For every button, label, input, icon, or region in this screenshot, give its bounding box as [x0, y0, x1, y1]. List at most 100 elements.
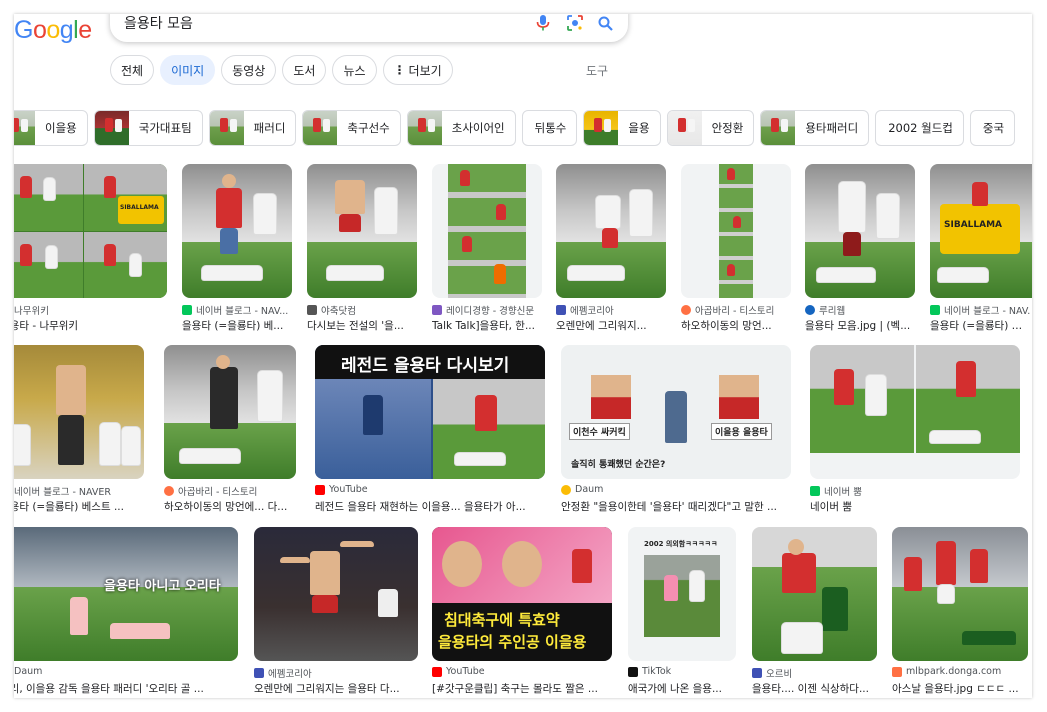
- search-input[interactable]: [124, 14, 524, 34]
- result-thumbnail[interactable]: 2002 의외함ㅋㅋㅋㅋㅋ: [628, 527, 736, 661]
- image-result[interactable]: SIBALLAMA 네이버 블로그 - NAV... 을용타 (=을룡타) 베.…: [930, 164, 1032, 339]
- result-source[interactable]: 에펨코리아: [556, 303, 666, 317]
- tab-books[interactable]: 도서: [282, 55, 327, 85]
- result-title[interactable]: Talk Talk]을용타, 한...: [432, 318, 542, 333]
- result-title[interactable]: 오렌만에 그리워지는 을용타 다...: [254, 681, 418, 696]
- microphone-icon[interactable]: [534, 14, 552, 32]
- refine-chip[interactable]: 축구선수: [302, 110, 401, 146]
- tab-news[interactable]: 뉴스: [332, 55, 377, 85]
- result-thumbnail[interactable]: [752, 527, 877, 661]
- result-title[interactable]: 하오하이동의 망언...: [681, 318, 791, 333]
- image-result[interactable]: 침대축구에 특효약 을용타의 주인공 이을용 YouTube [#갓구운클립] …: [432, 527, 612, 698]
- result-thumbnail[interactable]: [182, 164, 292, 298]
- result-title[interactable]: 오렌만에 그리워지...: [556, 318, 666, 333]
- result-source[interactable]: 오르비: [752, 666, 877, 680]
- result-title[interactable]: 을용타 (=을룡타) 베...: [182, 318, 292, 333]
- camera-lens-icon[interactable]: [566, 14, 584, 32]
- result-source[interactable]: TikTok: [628, 666, 736, 677]
- refine-chip[interactable]: 이을용: [14, 110, 88, 146]
- result-source[interactable]: 루리웹: [805, 303, 915, 317]
- result-source[interactable]: 레이디경향 - 경향신문: [432, 303, 542, 317]
- refine-chip[interactable]: 용타패러디: [760, 110, 870, 146]
- image-result[interactable]: 아곱바리 - 티스토리 하오하이동의 망언...: [681, 164, 791, 339]
- refine-chip[interactable]: 패러디: [208, 110, 297, 146]
- result-thumbnail[interactable]: [254, 527, 418, 661]
- result-thumbnail[interactable]: [681, 164, 791, 298]
- result-thumbnail[interactable]: 레전드 을용타 다시보기: [315, 345, 545, 479]
- image-result[interactable]: 을용타 아니고 오리타 Daum 오리, 이을용 감독 을용타 패러디 '오리타…: [14, 527, 238, 698]
- result-thumbnail[interactable]: [164, 345, 296, 479]
- result-title[interactable]: 을용타 모음.jpg | (벡...: [805, 318, 915, 333]
- result-thumbnail[interactable]: [805, 164, 915, 298]
- result-thumbnail[interactable]: [14, 345, 144, 479]
- tab-videos[interactable]: 동영상: [221, 55, 277, 85]
- tools-button[interactable]: 도구: [586, 62, 608, 79]
- image-result[interactable]: 에펨코리아 오렌만에 그리워지는 을용타 다...: [254, 527, 418, 698]
- tab-images[interactable]: 이미지: [160, 55, 216, 85]
- result-source[interactable]: YouTube: [315, 484, 545, 495]
- result-source[interactable]: 네이버 블로그 - NAV...: [930, 303, 1030, 317]
- search-icon[interactable]: [596, 14, 614, 32]
- result-source[interactable]: Daum: [561, 484, 791, 495]
- refine-chip[interactable]: 을용: [583, 110, 661, 146]
- result-title[interactable]: 하오하이동의 망언에... 다...: [164, 499, 294, 514]
- image-result[interactable]: 네이버 뿜 네이버 뿜: [810, 345, 1020, 520]
- image-result[interactable]: 아곱바리 - 티스토리 하오하이동의 망언에... 다...: [164, 345, 296, 520]
- result-thumbnail[interactable]: [556, 164, 666, 298]
- refine-chip[interactable]: 안정환: [666, 110, 755, 146]
- result-source[interactable]: mlbpark.donga.com: [892, 666, 1026, 677]
- result-title[interactable]: 다시보는 전설의 '을...: [307, 318, 417, 333]
- image-result[interactable]: 네이버 블로그 - NAVER 을용타 (=을룡타) 베스트 ...: [14, 345, 144, 520]
- image-result[interactable]: 레전드 을용타 다시보기 YouTube 레전드 을용타 재현하는 이을용...…: [315, 345, 545, 520]
- image-result[interactable]: 오르비 을용타.... 이젠 식상하다...: [752, 527, 877, 698]
- tab-more[interactable]: ⋮ 더보기: [382, 55, 453, 85]
- result-thumbnail[interactable]: 침대축구에 특효약 을용타의 주인공 이을용: [432, 527, 612, 661]
- refine-chip[interactable]: 중국: [969, 110, 1016, 146]
- result-source[interactable]: YouTube: [432, 666, 612, 677]
- result-title[interactable]: 을용타 (=을룡타) 베스트 ...: [14, 499, 140, 514]
- result-thumbnail[interactable]: SIBALLAMA: [930, 164, 1032, 298]
- result-thumbnail[interactable]: 이천수 싸커킥 이을용 을용타 솔직히 통쾌했던 순간은?: [561, 345, 791, 479]
- refine-chip[interactable]: 초사이어인: [406, 110, 516, 146]
- result-thumbnail[interactable]: [810, 345, 1020, 479]
- result-source[interactable]: 네이버 블로그 - NAV...: [182, 303, 292, 317]
- image-result[interactable]: 네이버 블로그 - NAV... 을용타 (=을룡타) 베...: [182, 164, 292, 339]
- result-source[interactable]: 나무위키: [14, 303, 160, 317]
- refine-chip[interactable]: 2002 월드컵: [875, 110, 964, 146]
- result-source[interactable]: 네이버 뿜: [810, 484, 1010, 498]
- image-result[interactable]: 레이디경향 - 경향신문 Talk Talk]을용타, 한...: [432, 164, 542, 339]
- image-result[interactable]: 2002 의외함ㅋㅋㅋㅋㅋ TikTok 애국가에 나온 을용...: [628, 527, 736, 698]
- image-result[interactable]: 이천수 싸커킥 이을용 을용타 솔직히 통쾌했던 순간은? Daum 안정환 "…: [561, 345, 791, 520]
- result-source[interactable]: 네이버 블로그 - NAVER: [14, 484, 140, 498]
- result-title[interactable]: 을용타 (=을룡타) 베...: [930, 318, 1030, 333]
- image-result[interactable]: 에펨코리아 오렌만에 그리워지...: [556, 164, 666, 339]
- result-source[interactable]: 에펨코리아: [254, 666, 418, 680]
- result-title[interactable]: 을용타 - 나무위키: [14, 318, 160, 333]
- refine-chip[interactable]: 뒤통수: [521, 110, 578, 146]
- result-thumbnail[interactable]: [432, 164, 542, 298]
- tab-all[interactable]: 전체: [110, 55, 155, 85]
- image-result[interactable]: 야축닷컴 다시보는 전설의 '을...: [307, 164, 417, 339]
- result-title[interactable]: [#갓구운클립] 축구는 몰라도 짤은 ...: [432, 681, 612, 696]
- result-title[interactable]: 네이버 뿜: [810, 499, 1010, 514]
- result-thumbnail[interactable]: [892, 527, 1028, 661]
- result-source[interactable]: 아곱바리 - 티스토리: [164, 484, 294, 498]
- result-thumbnail[interactable]: [307, 164, 417, 298]
- result-thumbnail[interactable]: 을용타 아니고 오리타: [14, 527, 238, 661]
- result-source[interactable]: 야축닷컴: [307, 303, 417, 317]
- result-source[interactable]: 아곱바리 - 티스토리: [681, 303, 791, 317]
- result-title[interactable]: 레전드 을용타 재현하는 이을용... 을용타가 아...: [315, 499, 545, 514]
- result-title[interactable]: 아스날 을용타.jpg ㄷㄷㄷ ...: [892, 681, 1026, 696]
- result-source[interactable]: Daum: [14, 666, 236, 677]
- result-title[interactable]: 안정환 "을용이한테 '을용타' 때리겠다"고 말한 ...: [561, 499, 791, 514]
- image-result[interactable]: SIBALLAMA 나무위키 을용타 - 나무위키: [14, 164, 167, 339]
- result-title[interactable]: 오리, 이을용 감독 을용타 패러디 '오리타 골 ...: [14, 681, 236, 696]
- refine-chip[interactable]: 국가대표팀: [93, 110, 203, 146]
- google-logo[interactable]: Google: [14, 16, 92, 45]
- favicon: [432, 305, 442, 315]
- result-title[interactable]: 을용타.... 이젠 식상하다...: [752, 681, 877, 696]
- result-title[interactable]: 애국가에 나온 을용...: [628, 681, 736, 696]
- result-thumbnail[interactable]: SIBALLAMA: [14, 164, 167, 298]
- image-result[interactable]: mlbpark.donga.com 아스날 을용타.jpg ㄷㄷㄷ ...: [892, 527, 1028, 698]
- image-result[interactable]: 루리웹 을용타 모음.jpg | (벡...: [805, 164, 915, 339]
